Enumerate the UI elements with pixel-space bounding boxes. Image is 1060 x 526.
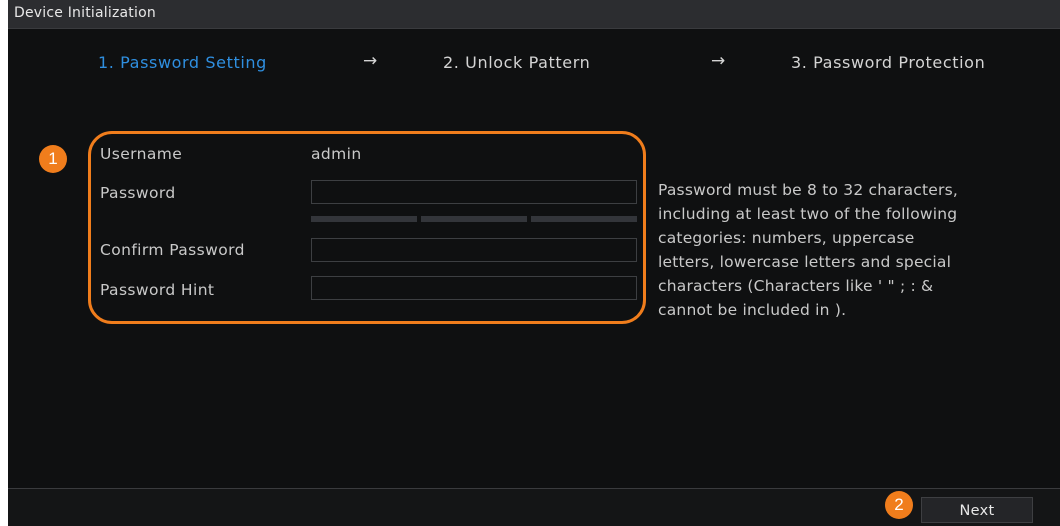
confirm-password-label: Confirm Password: [100, 241, 245, 259]
step-unlock-pattern: 2. Unlock Pattern: [443, 53, 591, 72]
password-label: Password: [100, 184, 176, 202]
step-arrow-icon: →: [363, 51, 378, 71]
title-bar: Device Initialization: [8, 0, 1060, 29]
step-password-protection: 3. Password Protection: [791, 53, 986, 72]
next-button[interactable]: Next: [921, 497, 1033, 523]
step-arrow-icon: →: [711, 51, 726, 71]
window-title: Device Initialization: [14, 5, 156, 21]
password-field[interactable]: [311, 180, 637, 204]
strength-segment: [531, 216, 637, 222]
annotation-badge-2: 2: [885, 491, 913, 519]
username-value: admin: [311, 145, 362, 163]
password-hint-label: Password Hint: [100, 281, 215, 299]
strength-segment: [421, 216, 527, 222]
password-requirements-text: Password must be 8 to 32 characters, inc…: [658, 181, 958, 319]
step-password-setting: 1. Password Setting: [98, 53, 267, 72]
confirm-password-field[interactable]: [311, 238, 637, 262]
password-hint-field[interactable]: [311, 276, 637, 300]
username-label: Username: [100, 145, 183, 163]
device-initialization-window: Device Initialization 1. Password Settin…: [8, 0, 1060, 526]
annotation-badge-1: 1: [39, 145, 67, 173]
password-strength-meter: [311, 216, 637, 222]
strength-segment: [311, 216, 417, 222]
